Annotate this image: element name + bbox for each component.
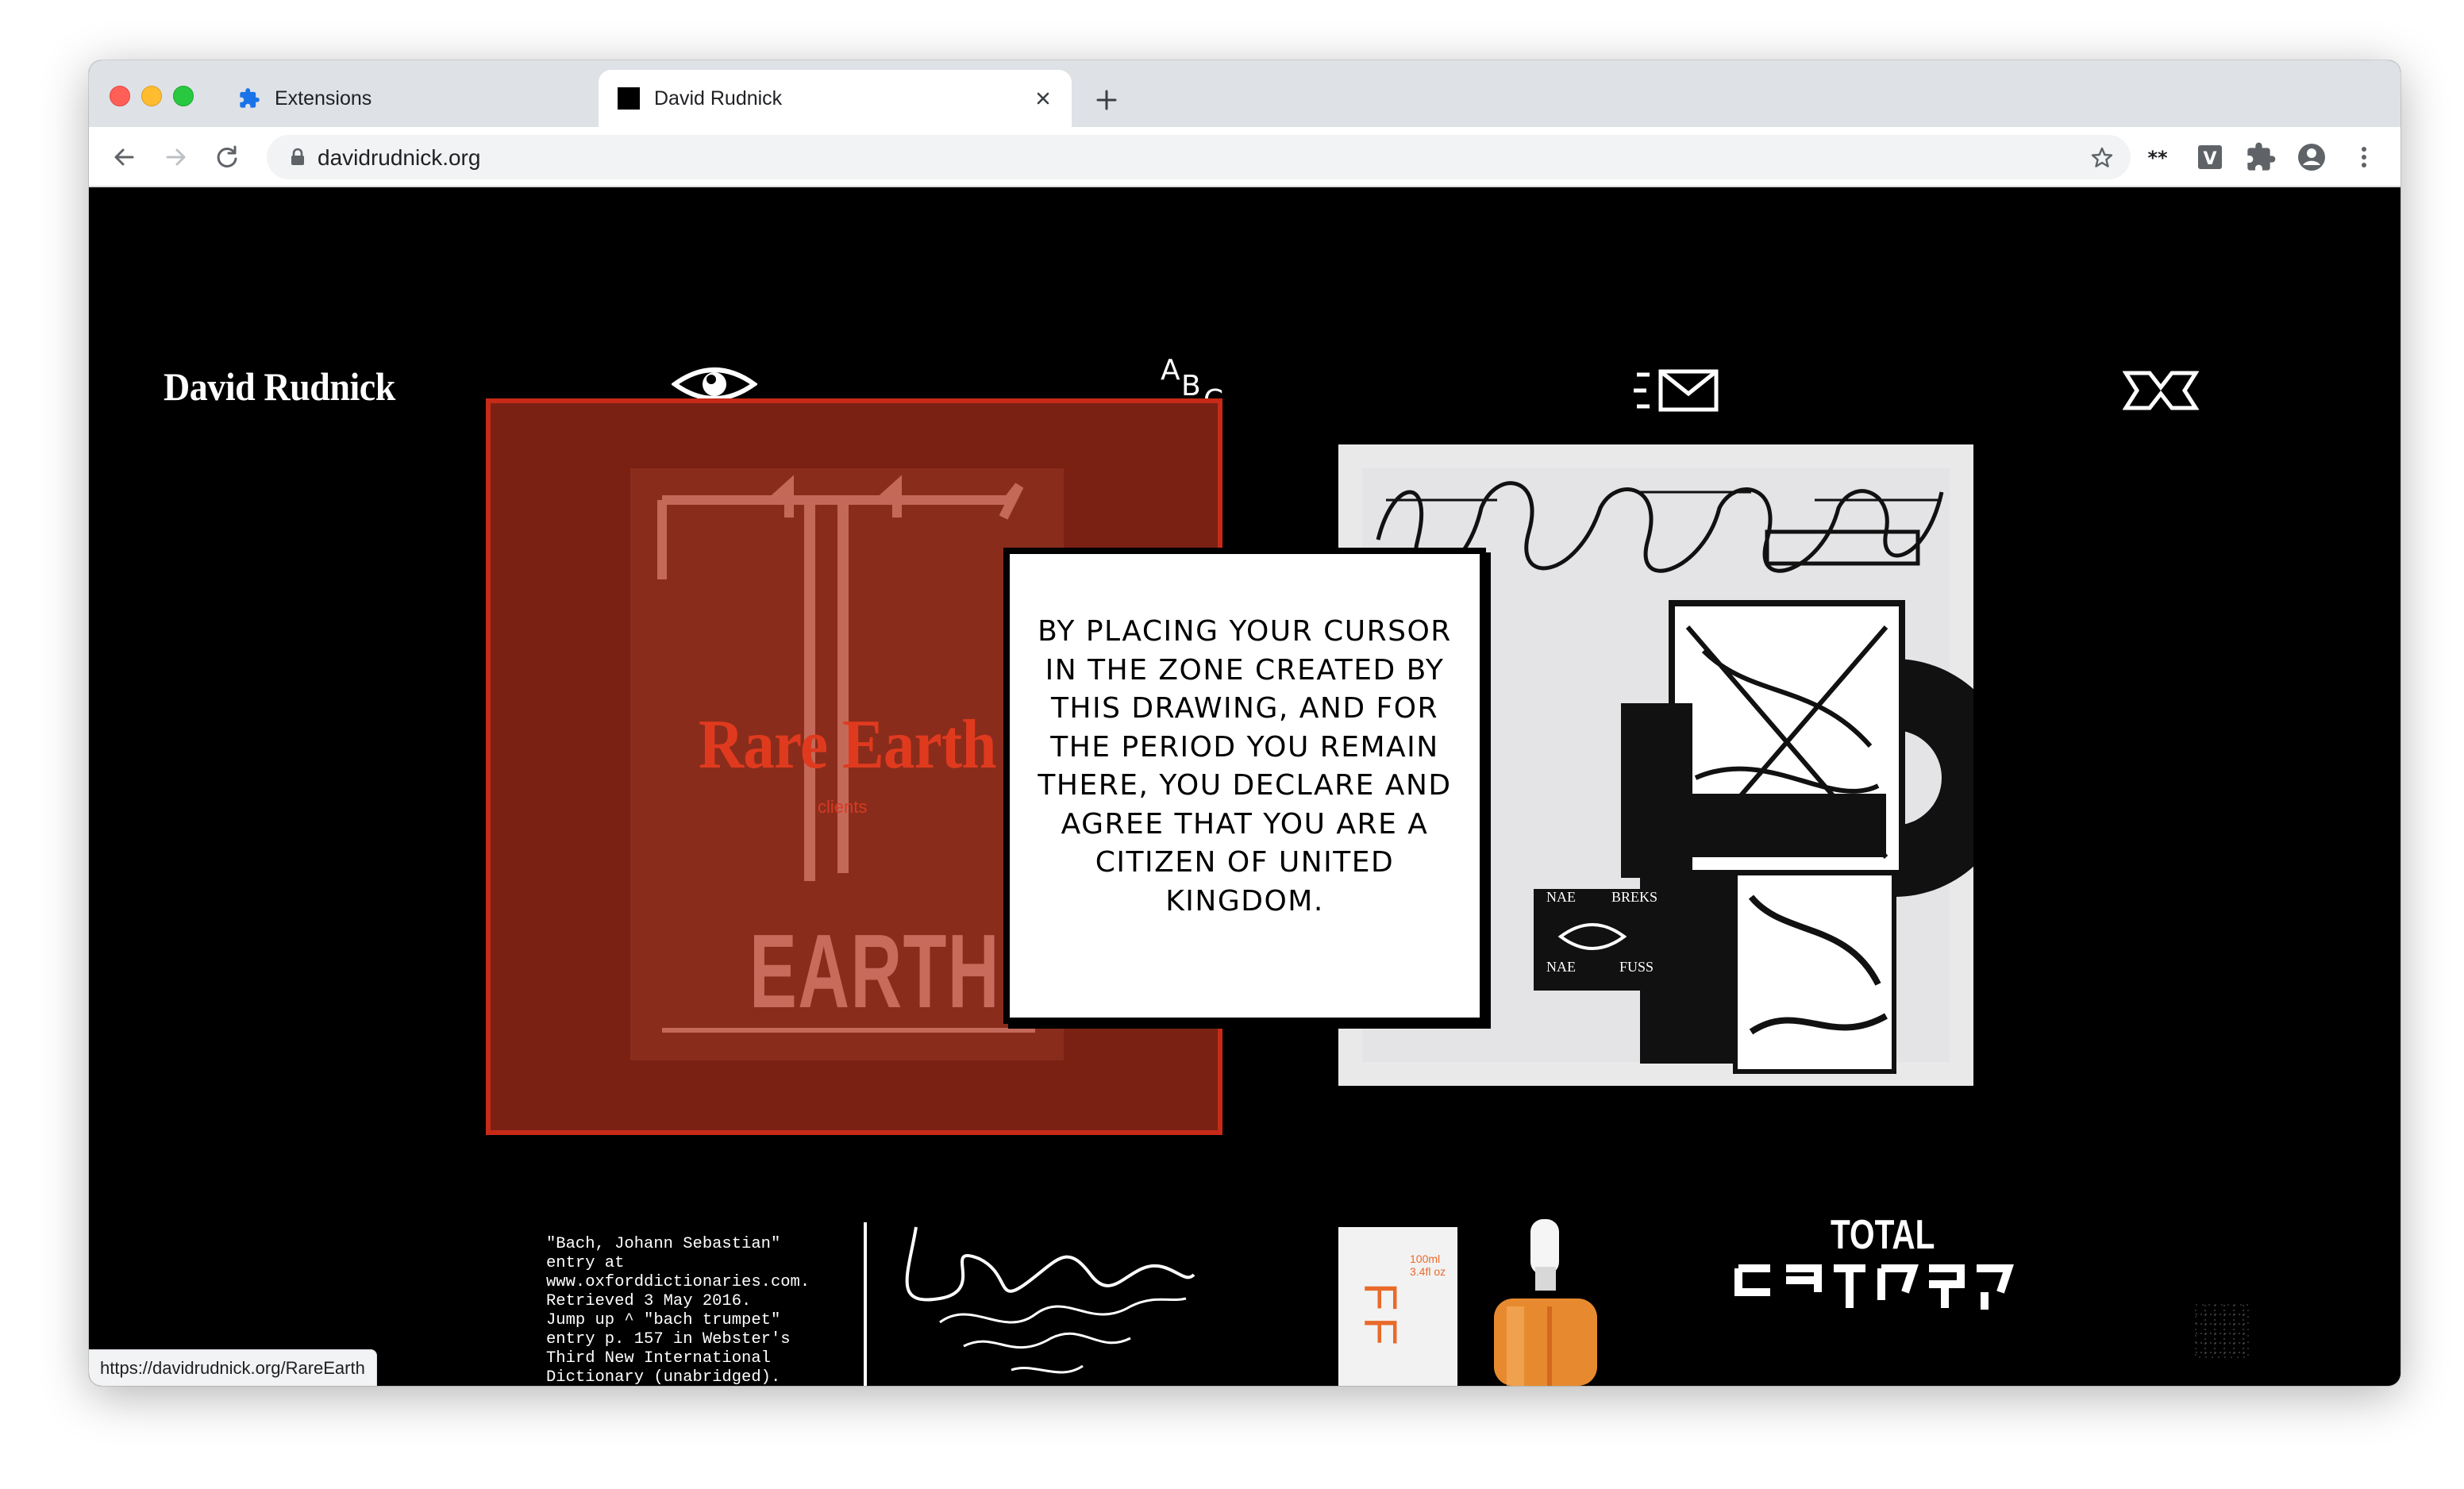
total-blackletter-logo <box>1734 1264 2014 1310</box>
mail-icon[interactable] <box>1634 368 1721 413</box>
extensions-puzzle-icon[interactable] <box>2245 141 2277 173</box>
tab-title: Extensions <box>275 87 372 110</box>
lock-icon[interactable] <box>287 147 308 167</box>
bach-citation-text[interactable]: "Bach, Johann Sebastian" entry at www.ox… <box>546 1235 848 1386</box>
svg-text:**: ** <box>2147 147 2168 169</box>
abc-letter-a: A <box>1161 354 1180 387</box>
browser-window: Extensions David Rudnick davidrudnick.or… <box>89 60 2400 1386</box>
tab-david-rudnick[interactable]: David Rudnick <box>599 70 1072 127</box>
profile-avatar-icon[interactable] <box>2296 141 2327 173</box>
site-title[interactable]: David Rudnick <box>164 364 395 410</box>
total-title: TOTAL <box>1831 1212 1935 1258</box>
bach-signature[interactable] <box>892 1211 1210 1386</box>
menu-kebab-icon[interactable] <box>2348 141 2380 173</box>
page-viewport: David Rudnick A B C <box>89 187 2400 1386</box>
forward-arrow-icon[interactable] <box>160 141 192 173</box>
back-arrow-icon[interactable] <box>108 141 140 173</box>
tab-strip: Extensions David Rudnick <box>89 60 2400 127</box>
rare-earth-cover-text: EARTH <box>749 913 1000 1029</box>
citizenship-modal[interactable]: BY PLACING YOUR CURSOR IN THE ZONE CREAT… <box>1003 548 1486 1024</box>
dot-grid-icon[interactable] <box>2194 1303 2250 1359</box>
black-square-favicon <box>618 87 640 110</box>
rare-earth-subtitle: clients <box>818 797 868 817</box>
product-box[interactable]: FF 100ml 3.4fl oz <box>1338 1227 1457 1386</box>
total-project[interactable]: TOTAL <box>1723 1211 2024 1338</box>
new-tab-icon[interactable] <box>1091 84 1122 116</box>
hardcore-label: NAE <box>1546 959 1576 975</box>
hardcore-label: NAE <box>1546 889 1576 905</box>
dropper-bottle-image[interactable] <box>1486 1219 1605 1386</box>
bowtie-icon[interactable] <box>2123 370 2199 411</box>
url-text[interactable]: davidrudnick.org <box>318 146 480 170</box>
bookmark-star-icon[interactable] <box>2089 145 2115 171</box>
minimize-window-button[interactable] <box>141 86 162 106</box>
status-bar-url: https://davidrudnick.org/RareEarth <box>89 1349 377 1386</box>
tab-title: David Rudnick <box>654 87 783 110</box>
rare-earth-title: Rare Earth <box>699 706 996 783</box>
address-bar[interactable]: davidrudnick.org <box>267 135 2131 179</box>
reload-icon[interactable] <box>211 141 243 173</box>
asterisk-extension-icon[interactable]: ** <box>2142 141 2173 173</box>
close-window-button[interactable] <box>110 86 130 106</box>
citizenship-modal-text: BY PLACING YOUR CURSOR IN THE ZONE CREAT… <box>1038 615 1452 918</box>
bach-divider <box>864 1222 867 1386</box>
hardcore-label: BREKS <box>1611 889 1658 905</box>
hardcore-label: FUSS <box>1619 959 1654 975</box>
puzzle-icon <box>240 88 260 108</box>
browser-toolbar: davidrudnick.org ** V <box>89 127 2400 187</box>
v-extension-icon[interactable]: V <box>2194 141 2226 173</box>
product-label: FF <box>1354 1283 1406 1352</box>
maximize-window-button[interactable] <box>173 86 194 106</box>
svg-text:V: V <box>2203 149 2216 169</box>
product-volume: 100ml 3.4fl oz <box>1410 1252 1446 1278</box>
close-tab-icon[interactable] <box>1030 86 1056 111</box>
abc-letter-b: B <box>1181 370 1201 402</box>
